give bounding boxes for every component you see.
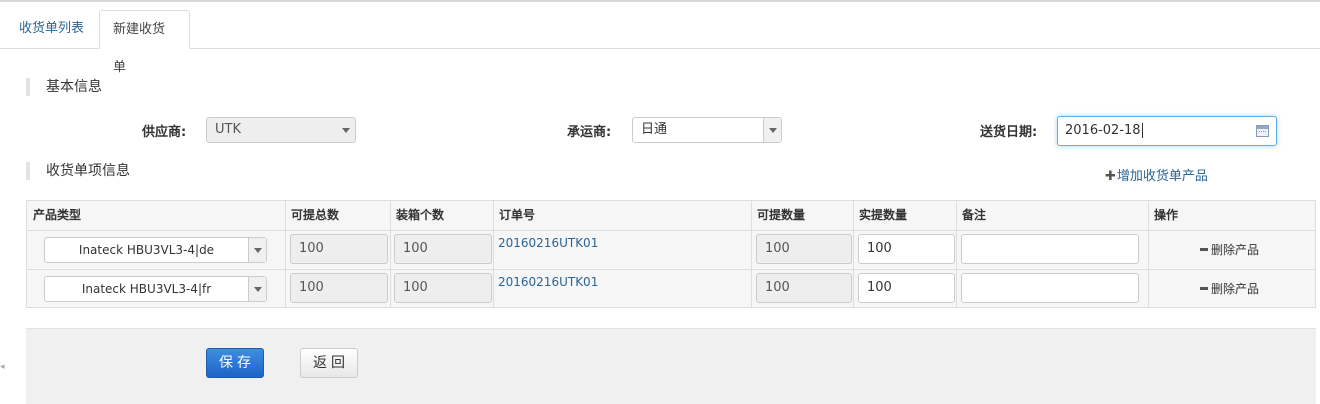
tab-bar: 收货单列表 新建收货单 [0,10,1320,75]
product-type-select[interactable]: Inateck HBU3VL3-4|fr [44,276,267,302]
delete-product-label: 删除产品 [1211,282,1260,296]
basic-info-heading: 基本信息 [26,78,102,96]
chevron-down-icon [248,238,266,262]
back-button[interactable]: 返回 [300,348,358,378]
total-field: 100 [290,273,388,303]
delivery-date-value: 2016-02-18 [1065,123,1141,138]
tab-receipt-list[interactable]: 收货单列表 [6,10,97,49]
supplier-select[interactable]: UTK [206,117,356,143]
carrier-label: 承运商: [567,125,612,140]
delete-product-button[interactable]: 删除产品 [1200,280,1259,297]
save-button[interactable]: 保存 [206,348,264,378]
supplier-value: UTK [215,122,241,137]
order-number-link[interactable]: 20160216UTK01 [498,236,598,250]
product-type-value: Inateck HBU3VL3-4|fr [81,282,212,296]
calendar-icon[interactable] [1256,125,1269,137]
add-product-label: 增加收货单产品 [1116,169,1208,184]
row-divider [27,269,1315,270]
product-type-select[interactable]: Inateck HBU3VL3-4|de [44,237,267,263]
tab-new-receipt[interactable]: 新建收货单 [99,10,190,75]
delivery-date-label: 送货日期: [980,125,1038,140]
header-order-no: 订单号 [499,208,536,222]
chevron-down-icon [337,118,355,142]
delete-product-button[interactable]: 删除产品 [1200,241,1259,258]
box-count-field: 100 [394,273,492,303]
text-cursor [1141,123,1143,138]
header-box-count: 装箱个数 [396,208,445,222]
plus-icon: ✚ [1105,169,1116,184]
actual-quantity-input[interactable]: 100 [858,234,955,264]
items-table: 产品类型 可提总数 装箱个数 订单号 可提数量 实提数量 备注 操作 Inate… [26,200,1316,308]
header-total: 可提总数 [291,208,340,222]
box-count-field: 100 [394,234,492,264]
carrier-select[interactable]: 日通 [632,117,782,143]
header-divider [27,230,1315,231]
header-actual: 实提数量 [859,208,908,222]
remark-input[interactable] [961,234,1139,264]
chevron-down-icon [763,118,781,142]
minus-icon [1200,248,1208,251]
carrier-value: 日通 [641,122,668,137]
items-info-heading: 收货单项信息 [26,162,130,180]
add-product-link[interactable]: ✚增加收货单产品 [1105,165,1208,184]
header-available: 可提数量 [757,208,806,222]
remark-input[interactable] [961,273,1139,303]
top-border [0,0,1320,2]
chevron-down-icon [248,277,266,301]
available-quantity-field: 100 [756,234,852,264]
product-type-value: Inateck HBU3VL3-4|de [78,243,215,257]
total-field: 100 [290,234,388,264]
order-number-link[interactable]: 20160216UTK01 [498,275,598,289]
available-quantity-field: 100 [756,273,852,303]
scroll-left-icon: ◂ [0,362,5,372]
minus-icon [1200,287,1208,290]
delete-product-label: 删除产品 [1211,243,1260,257]
header-product-type: 产品类型 [33,208,82,222]
supplier-label: 供应商: [142,125,187,140]
header-remark: 备注 [962,208,987,222]
header-action: 操作 [1154,208,1179,222]
actual-quantity-input[interactable]: 100 [858,273,955,303]
delivery-date-input[interactable]: 2016-02-18 [1057,116,1277,146]
